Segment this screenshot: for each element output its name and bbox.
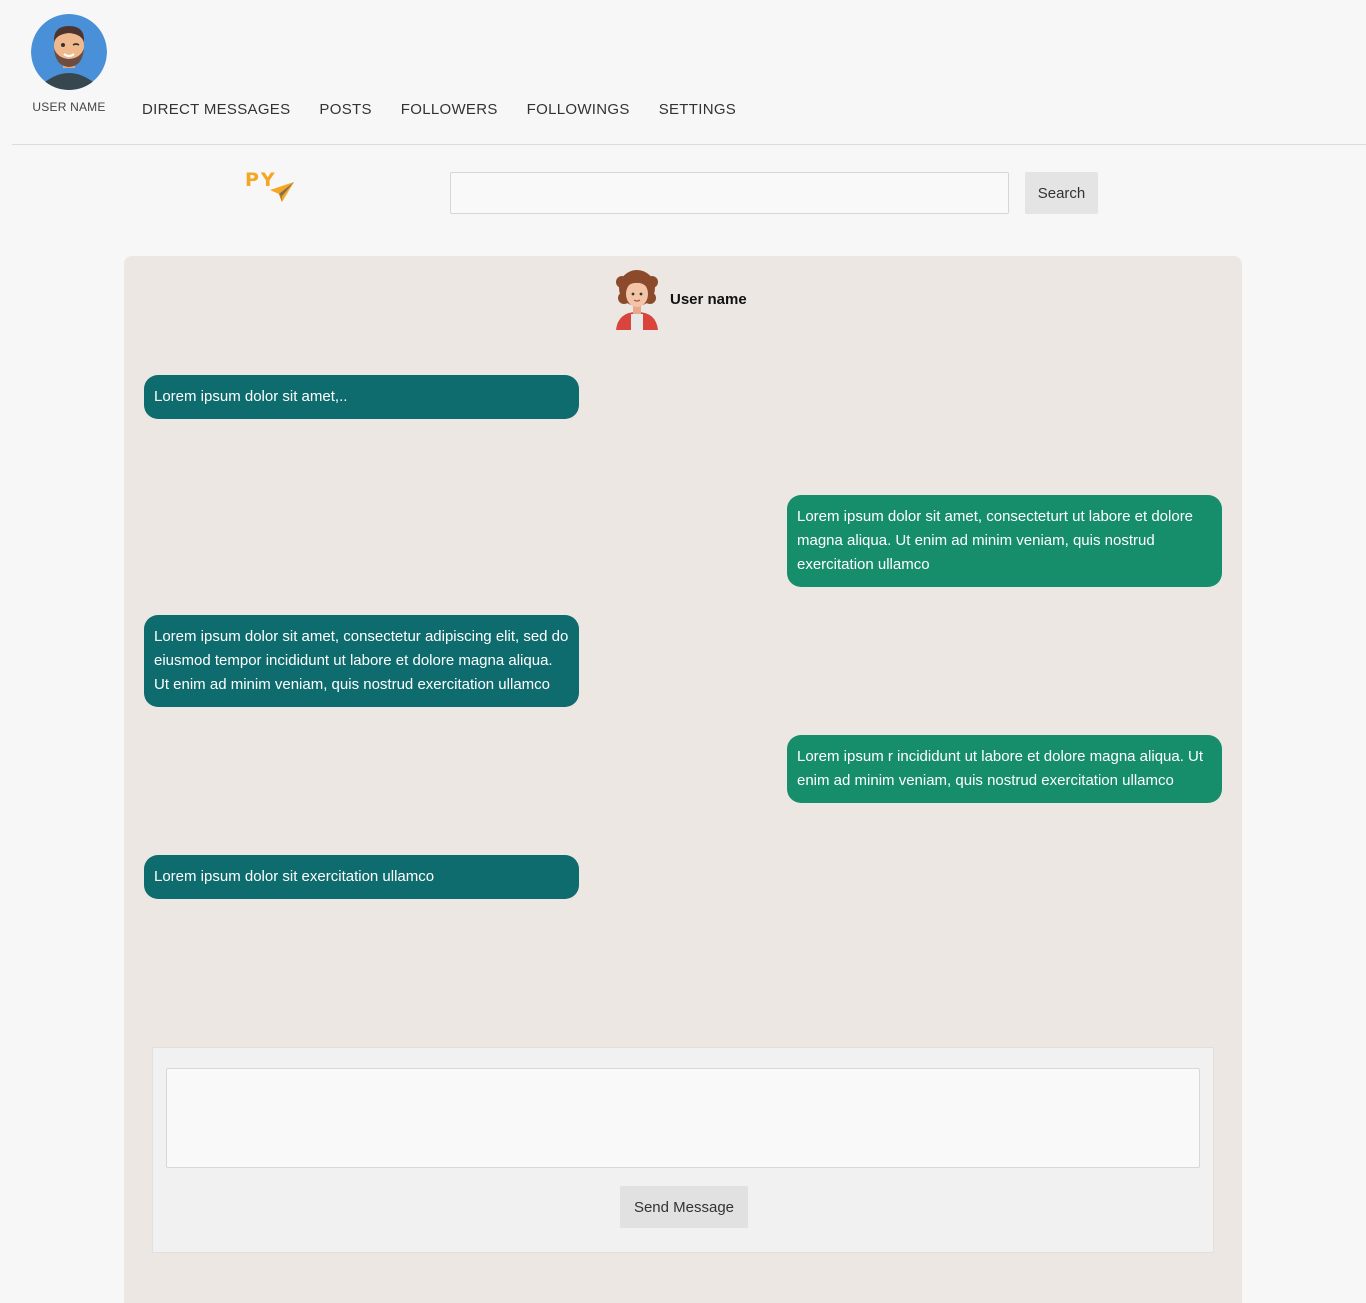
main-nav: DIRECT MESSAGES POSTS FOLLOWERS FOLLOWIN… [142,101,736,118]
top-navigation-bar: USER NAME DIRECT MESSAGES POSTS FOLLOWER… [0,0,1366,145]
header-divider [12,144,1366,145]
profile-block[interactable]: USER NAME [28,14,110,114]
py-logo-icon: PY [245,169,294,202]
message-bubble-incoming: Lorem ipsum dolor sit amet,.. [144,375,579,419]
search-button[interactable]: Search [1025,172,1098,214]
send-message-button[interactable]: Send Message [620,1186,748,1228]
bearded-man-avatar-icon[interactable] [31,14,107,90]
chat-panel: User name Lorem ipsum dolor sit amet,.. … [124,256,1242,1303]
message-input[interactable] [166,1068,1200,1168]
message-bubble-outgoing: Lorem ipsum r incididunt ut labore et do… [787,735,1222,803]
message-bubble-incoming: Lorem ipsum dolor sit exercitation ullam… [144,855,579,899]
chat-contact-header[interactable]: User name [614,268,747,330]
logo-text: PY [245,169,277,191]
message-bubble-incoming: Lorem ipsum dolor sit amet, consectetur … [144,615,579,707]
message-composer: Send Message [152,1047,1214,1253]
nav-followers[interactable]: FOLLOWERS [401,101,498,118]
nav-direct-messages[interactable]: DIRECT MESSAGES [142,101,290,118]
profile-user-name: USER NAME [32,100,106,114]
curly-hair-avatar-icon [616,270,658,330]
app-logo[interactable]: PY [244,166,300,206]
nav-followings[interactable]: FOLLOWINGS [527,101,630,118]
search-input[interactable] [450,172,1009,214]
nav-posts[interactable]: POSTS [319,101,371,118]
nav-settings[interactable]: SETTINGS [659,101,736,118]
chat-contact-name: User name [670,290,747,308]
message-bubble-outgoing: Lorem ipsum dolor sit amet, consecteturt… [787,495,1222,587]
